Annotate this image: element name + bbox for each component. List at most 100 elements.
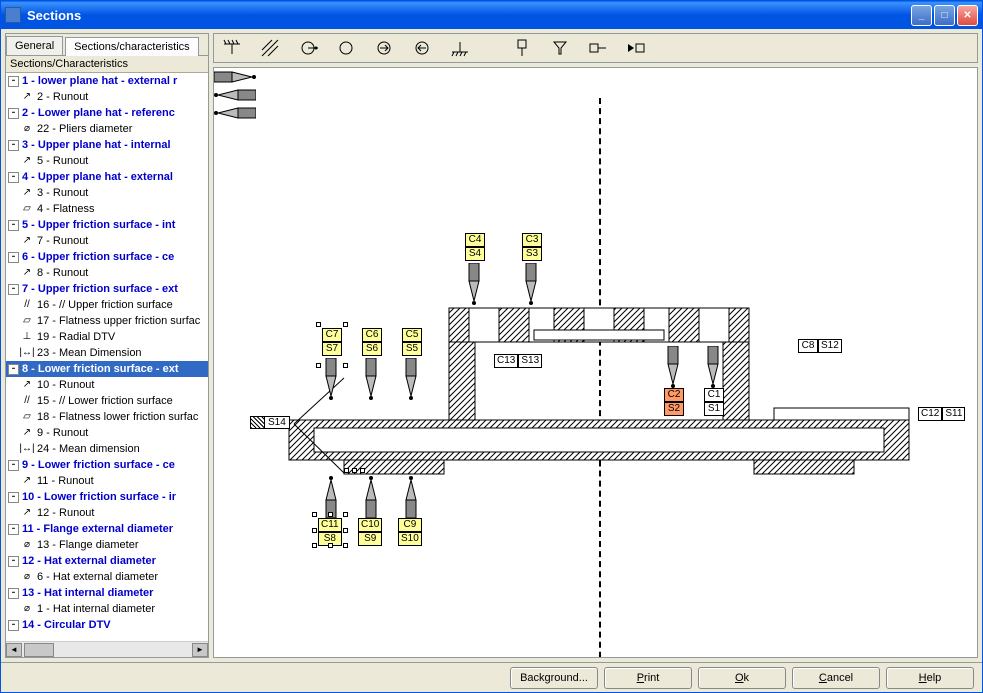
tab-sections[interactable]: Sections/characteristics [65, 37, 199, 56]
marker-c13s13[interactable]: C13 S13 [494, 354, 542, 368]
minimize-button[interactable]: _ [911, 5, 932, 26]
tool-hatch-down-icon[interactable] [220, 36, 244, 60]
tree-item-23[interactable]: |↔|23 - Mean Dimension [6, 345, 208, 361]
background-button[interactable]: Background... [510, 667, 598, 689]
tree-item-18[interactable]: ▱18 - Flatness lower friction surfac [6, 409, 208, 425]
expander-icon[interactable]: - [8, 140, 19, 151]
tab-general[interactable]: General [6, 36, 63, 55]
marker-c5s5[interactable]: C5 S5 [402, 328, 422, 356]
tool-hatch-diag-icon[interactable] [258, 36, 282, 60]
tree-section-9[interactable]: -9 - Lower friction surface - ce [6, 457, 208, 473]
tree-section-10[interactable]: -10 - Lower friction surface - ir [6, 489, 208, 505]
print-button[interactable]: Print [604, 667, 692, 689]
sections-tree[interactable]: -1 - lower plane hat - external r↗2 - Ru… [6, 73, 208, 641]
tree-section-7[interactable]: -7 - Upper friction surface - ext [6, 281, 208, 297]
tree-item-4[interactable]: ▱4 - Flatness [6, 201, 208, 217]
tree-item-3[interactable]: ↗3 - Runout [6, 185, 208, 201]
tree-item-19[interactable]: ⊥19 - Radial DTV [6, 329, 208, 345]
characteristic-icon: |↔| [20, 442, 34, 456]
left-panel: General Sections/characteristics Section… [5, 33, 209, 658]
tool-circle-out-icon[interactable] [296, 36, 320, 60]
expander-icon[interactable]: - [8, 588, 19, 599]
expander-icon[interactable]: - [8, 252, 19, 263]
section-label: 11 - Flange external diameter [22, 522, 173, 536]
section-label: 10 - Lower friction surface - ir [22, 490, 176, 504]
tree-item-12[interactable]: ↗12 - Runout [6, 505, 208, 521]
marker-c12s11[interactable]: C12 S11 [918, 407, 965, 421]
tree-section-3[interactable]: -3 - Upper plane hat - internal [6, 137, 208, 153]
tree-item-11[interactable]: ↗11 - Runout [6, 473, 208, 489]
tree-item-8[interactable]: ↗8 - Runout [6, 265, 208, 281]
characteristic-icon: ↗ [20, 266, 34, 280]
tree-section-6[interactable]: -6 - Upper friction surface - ce [6, 249, 208, 265]
expander-icon[interactable]: - [8, 172, 19, 183]
characteristic-label: 12 - Runout [37, 506, 94, 520]
tool-circle-arrow-left-icon[interactable] [410, 36, 434, 60]
scroll-left-arrow[interactable]: ◄ [6, 643, 22, 657]
tree-section-8[interactable]: -8 - Lower friction surface - ext [6, 361, 208, 377]
expander-icon[interactable]: - [8, 460, 19, 471]
tree-section-4[interactable]: -4 - Upper plane hat - external [6, 169, 208, 185]
horizontal-scrollbar[interactable]: ◄ ► [6, 641, 208, 657]
tree-item-9[interactable]: ↗9 - Runout [6, 425, 208, 441]
expander-icon[interactable]: - [8, 524, 19, 535]
tree-item-7[interactable]: ↗7 - Runout [6, 233, 208, 249]
close-button[interactable]: ✕ [957, 5, 978, 26]
section-label: 4 - Upper plane hat - external [22, 170, 173, 184]
tool-box-left-icon[interactable] [586, 36, 610, 60]
characteristic-icon: ⌀ [20, 538, 34, 552]
expander-icon[interactable]: - [8, 492, 19, 503]
tree-item-1[interactable]: ⌀1 - Hat internal diameter [6, 601, 208, 617]
scroll-thumb[interactable] [24, 643, 54, 657]
expander-icon[interactable]: - [8, 220, 19, 231]
marker-s14[interactable]: S14 [250, 416, 290, 429]
characteristic-label: 7 - Runout [37, 234, 88, 248]
ok-button[interactable]: Ok [698, 667, 786, 689]
marker-c9s10[interactable]: C9 S10 [398, 518, 422, 546]
tree-item-24[interactable]: |↔|24 - Mean dimension [6, 441, 208, 457]
tree-section-12[interactable]: -12 - Hat external diameter [6, 553, 208, 569]
maximize-button[interactable]: □ [934, 5, 955, 26]
expander-icon[interactable]: - [8, 108, 19, 119]
expander-icon[interactable]: - [8, 364, 19, 375]
scroll-right-arrow[interactable]: ► [192, 643, 208, 657]
tool-box-down-icon[interactable] [510, 36, 534, 60]
help-button[interactable]: Help [886, 667, 974, 689]
marker-c10s9[interactable]: C10 S9 [358, 518, 382, 546]
tree-item-2[interactable]: ↗2 - Runout [6, 89, 208, 105]
tool-funnel-icon[interactable] [548, 36, 572, 60]
tree-section-5[interactable]: -5 - Upper friction surface - int [6, 217, 208, 233]
tree-section-11[interactable]: -11 - Flange external diameter [6, 521, 208, 537]
tree-section-13[interactable]: -13 - Hat internal diameter [6, 585, 208, 601]
tree-item-10[interactable]: ↗10 - Runout [6, 377, 208, 393]
marker-c1s1[interactable]: C1 S1 [704, 388, 724, 416]
selection-handles-c7 [318, 324, 346, 366]
diagram-canvas[interactable]: S14 C4 S4 C3 S3 C7 S7 [213, 67, 978, 658]
tool-circle-arrow-right-icon[interactable] [372, 36, 396, 60]
marker-c2s2[interactable]: C2 S2 [664, 388, 684, 416]
tool-triangle-box-icon[interactable] [624, 36, 648, 60]
expander-icon[interactable]: - [8, 76, 19, 87]
tool-circle-icon[interactable] [334, 36, 358, 60]
tree-item-6[interactable]: ⌀6 - Hat external diameter [6, 569, 208, 585]
tree-section-1[interactable]: -1 - lower plane hat - external r [6, 73, 208, 89]
tree-item-16[interactable]: //16 - // Upper friction surface [6, 297, 208, 313]
tree-item-17[interactable]: ▱17 - Flatness upper friction surfac [6, 313, 208, 329]
marker-c4s4[interactable]: C4 S4 [465, 233, 485, 261]
tool-hatch-up-icon[interactable] [448, 36, 472, 60]
tree-item-13[interactable]: ⌀13 - Flange diameter [6, 537, 208, 553]
tree-item-5[interactable]: ↗5 - Runout [6, 153, 208, 169]
marker-c8s12[interactable]: C8 S12 [798, 339, 842, 353]
tree-item-22[interactable]: ⌀22 - Pliers diameter [6, 121, 208, 137]
marker-c3s3[interactable]: C3 S3 [522, 233, 542, 261]
characteristic-icon: ▱ [20, 410, 34, 424]
expander-icon[interactable]: - [8, 620, 19, 631]
marker-c6s6[interactable]: C6 S6 [362, 328, 382, 356]
characteristic-label: 10 - Runout [37, 378, 94, 392]
tree-section-14[interactable]: -14 - Circular DTV [6, 617, 208, 633]
expander-icon[interactable]: - [8, 284, 19, 295]
tree-section-2[interactable]: -2 - Lower plane hat - referenc [6, 105, 208, 121]
tree-item-15[interactable]: //15 - // Lower friction surface [6, 393, 208, 409]
cancel-button[interactable]: Cancel [792, 667, 880, 689]
expander-icon[interactable]: - [8, 556, 19, 567]
